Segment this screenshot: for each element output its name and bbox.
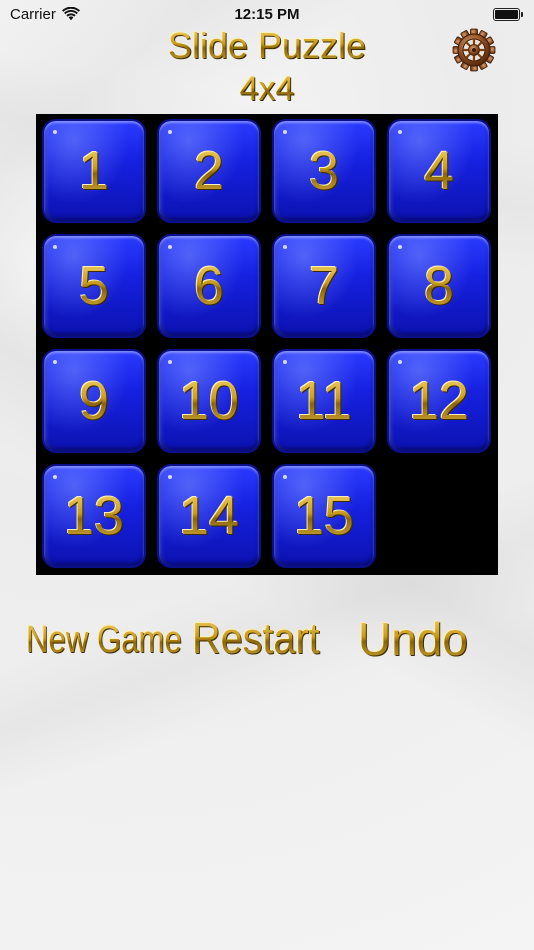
board-size-label: 4x4 [0,70,534,108]
tile-15[interactable]: 15 [272,464,376,568]
tile-number: 8 [423,256,455,316]
status-bar: Carrier 12:15 PM [0,0,534,28]
tile-9[interactable]: 9 [42,349,146,453]
tile-number: 3 [308,141,340,201]
tile-number: 1 [78,141,110,201]
empty-slot [387,464,491,568]
tile-number: 6 [193,256,225,316]
tile-5[interactable]: 5 [42,234,146,338]
tile-number: 14 [178,486,240,546]
gear-icon[interactable] [452,28,496,72]
tile-number: 7 [308,256,340,316]
tile-10[interactable]: 10 [157,349,261,453]
status-left: Carrier [10,6,80,23]
status-time: 12:15 PM [234,5,300,23]
tile-number: 2 [193,141,225,201]
tile-6[interactable]: 6 [157,234,261,338]
tile-2[interactable]: 2 [157,119,261,223]
tile-4[interactable]: 4 [387,119,491,223]
tile-number: 10 [178,371,240,431]
tile-12[interactable]: 12 [387,349,491,453]
tile-number: 15 [293,486,355,546]
tile-1[interactable]: 1 [42,119,146,223]
tile-number: 4 [423,141,455,201]
tile-number: 11 [295,371,353,431]
tile-number: 9 [78,371,110,431]
tile-8[interactable]: 8 [387,234,491,338]
tile-number: 13 [63,486,125,546]
undo-button[interactable]: Undo [358,612,468,666]
tile-number: 12 [408,371,470,431]
carrier-label: Carrier [10,5,56,23]
tile-3[interactable]: 3 [272,119,376,223]
tile-14[interactable]: 14 [157,464,261,568]
tile-13[interactable]: 13 [42,464,146,568]
puzzle-board: 1 2 3 4 5 6 7 8 9 10 11 12 13 14 15 [36,114,498,575]
tile-11[interactable]: 11 [272,349,376,453]
action-bar: New Game Restart Undo [0,610,534,670]
restart-button[interactable]: Restart [192,614,320,664]
new-game-button[interactable]: New Game [26,619,182,662]
tile-number: 5 [78,256,110,316]
tile-7[interactable]: 7 [272,234,376,338]
wifi-icon [61,7,80,21]
battery-icon [493,7,523,21]
